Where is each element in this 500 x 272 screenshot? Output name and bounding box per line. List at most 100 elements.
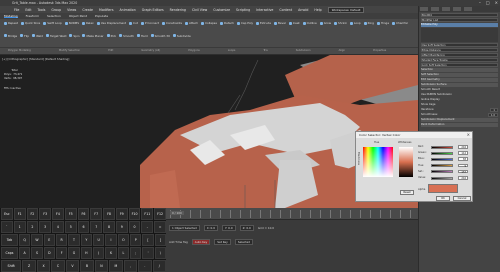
menu-item[interactable]: Customize — [213, 8, 230, 12]
channel-value-field[interactable]: 112 — [458, 151, 468, 155]
panel-section-header[interactable]: Soft Selection — [421, 73, 498, 77]
ok-button[interactable]: OK — [436, 196, 450, 201]
keyboard-key[interactable]: [ — [142, 234, 154, 246]
menu-item[interactable]: Create — [82, 8, 93, 12]
reset-button[interactable]: Reset — [400, 190, 414, 195]
channel-slider[interactable] — [431, 145, 453, 149]
channel-slider[interactable] — [431, 164, 453, 168]
panel-checkbox[interactable]: Isoline Display — [421, 98, 498, 102]
menu-item[interactable]: Content — [279, 8, 292, 12]
y-coordinate-field[interactable]: Y: 0.0 — [222, 225, 236, 231]
keyboard-key[interactable]: K — [105, 247, 117, 259]
panel-button[interactable]: Affect Backfacing — [421, 53, 498, 57]
keyboard-key[interactable]: = — [154, 221, 166, 233]
keyboard-key[interactable]: F1 — [13, 208, 26, 220]
keyboard-key[interactable]: F11 — [141, 208, 154, 220]
keyboard-key[interactable]: \ — [154, 247, 167, 259]
hierarchy-tab-icon[interactable] — [442, 7, 450, 11]
ribbon-tool-button[interactable]: Chamfer — [392, 21, 408, 25]
channel-value-field[interactable]: 83 — [458, 157, 468, 161]
menu-item[interactable]: Rendering — [170, 8, 186, 12]
hue-spectrum[interactable] — [363, 147, 393, 177]
keyboard-key[interactable]: 2 — [26, 221, 39, 233]
keyboard-key[interactable]: , — [123, 260, 138, 272]
ribbon-tool-button[interactable]: Smooth 30 — [150, 34, 170, 38]
ribbon-tool-button[interactable]: Hinge — [376, 21, 389, 25]
z-coordinate-field[interactable]: Z: 0.0 — [239, 225, 254, 231]
keyboard-key[interactable]: 0 — [128, 221, 141, 233]
menu-item[interactable]: Tools — [38, 8, 46, 12]
channel-value-field[interactable]: 157 — [458, 169, 468, 174]
keyboard-key[interactable]: ' — [142, 247, 154, 259]
menu-item[interactable]: Arnold — [298, 8, 308, 12]
ribbon-tool-button[interactable]: Cap Poly — [236, 21, 253, 25]
keyboard-key[interactable]: F3 — [39, 208, 52, 220]
panel-checkbox[interactable]: Show Cage — [421, 103, 498, 107]
ribbon-tool-button[interactable]: P Connect — [140, 21, 159, 25]
keyboard-key[interactable]: 9 — [115, 221, 128, 233]
keyboard-key[interactable]: F8 — [103, 208, 115, 220]
menu-item[interactable]: Civil View — [192, 8, 207, 12]
ribbon-tool-button[interactable]: Grow — [319, 21, 331, 25]
ribbon-tool-button[interactable]: Target Weld — [45, 34, 66, 38]
keyboard-key[interactable]: Y — [80, 234, 92, 246]
keyboard-key[interactable]: R — [55, 234, 68, 246]
ribbon-tool-button[interactable]: Ring — [363, 21, 374, 25]
ribbon-tool-button[interactable]: Use Displacement — [96, 21, 126, 25]
ribbon-tool-button[interactable]: Smooth — [119, 34, 134, 38]
panel-button[interactable]: Edge Distance — [421, 48, 498, 52]
keyboard-key[interactable]: 8 — [103, 221, 115, 233]
keyboard-key[interactable]: I — [105, 234, 117, 246]
ribbon-tab[interactable]: Populate — [95, 14, 108, 18]
keyboard-key[interactable]: B — [80, 260, 94, 272]
key-filter-dropdown[interactable]: Selected — [234, 239, 253, 245]
keyboard-key[interactable]: F10 — [128, 208, 141, 220]
menu-item[interactable]: Scripting — [236, 8, 250, 12]
ribbon-tool-button[interactable]: Bridge — [4, 34, 17, 38]
keyboard-key[interactable]: G — [68, 247, 80, 259]
keyboard-key[interactable]: J — [93, 247, 105, 259]
ribbon-tool-button[interactable]: Hard — [136, 34, 148, 38]
keyboard-key[interactable]: F2 — [26, 208, 39, 220]
panel-section-header[interactable]: Edit Geometry — [421, 78, 498, 82]
keyboard-key[interactable]: ; — [130, 247, 142, 259]
ribbon-tool-button[interactable]: NURMS — [64, 21, 79, 25]
keyboard-key[interactable]: T — [68, 234, 80, 246]
keyboard-key[interactable]: Shift — [1, 260, 22, 272]
keyboard-key[interactable]: F12 — [154, 208, 166, 220]
keyboard-key[interactable]: 7 — [90, 221, 103, 233]
ribbon-tool-button[interactable]: Attach — [184, 21, 198, 25]
keyboard-key[interactable]: Q — [18, 234, 31, 246]
menu-item[interactable]: Animation — [120, 8, 136, 12]
motion-tab-icon[interactable] — [453, 7, 461, 11]
ribbon-tool-button[interactable]: Inset — [288, 21, 300, 25]
auto-key-button[interactable]: Auto Key — [191, 239, 211, 245]
keyboard-key[interactable]: 1 — [13, 221, 26, 233]
keyboard-key[interactable]: F — [55, 247, 68, 259]
keyboard-key[interactable]: F7 — [90, 208, 103, 220]
stack-item-editable-poly[interactable]: Editable Poly — [421, 23, 498, 27]
ribbon-tool-button[interactable]: Extrude — [256, 21, 271, 25]
panel-checkbox[interactable]: Smooth Result — [421, 88, 498, 92]
keyboard-key[interactable]: - — [141, 221, 154, 233]
object-name-field[interactable]: Box004 — [421, 13, 498, 17]
keyboard-key[interactable]: . — [138, 260, 152, 272]
keyboard-key[interactable]: E — [43, 234, 55, 246]
create-tab-icon[interactable] — [420, 7, 428, 11]
keyboard-key[interactable]: V — [65, 260, 80, 272]
maximize-icon[interactable]: □ — [486, 1, 490, 5]
ribbon-tool-button[interactable]: Subdivide — [172, 34, 191, 38]
keyboard-key[interactable]: Z — [22, 260, 36, 272]
x-coordinate-field[interactable]: X: 0.0 — [203, 225, 218, 231]
keyboard-key[interactable]: F4 — [52, 208, 64, 220]
keyboard-key[interactable]: Caps — [1, 247, 18, 259]
add-time-tag[interactable]: Add Time Tag — [169, 240, 188, 244]
menu-item[interactable]: Interactive — [256, 8, 273, 12]
minimize-icon[interactable]: – — [479, 1, 481, 5]
ribbon-tool-button[interactable]: Weld — [32, 34, 43, 38]
keyboard-key[interactable]: O — [117, 234, 130, 246]
ribbon-tool-button[interactable]: Quick Slice — [20, 21, 40, 25]
keyboard-key[interactable]: L — [117, 247, 130, 259]
keyboard-key[interactable]: Esc — [1, 208, 13, 220]
menu-item[interactable]: Views — [67, 8, 76, 12]
